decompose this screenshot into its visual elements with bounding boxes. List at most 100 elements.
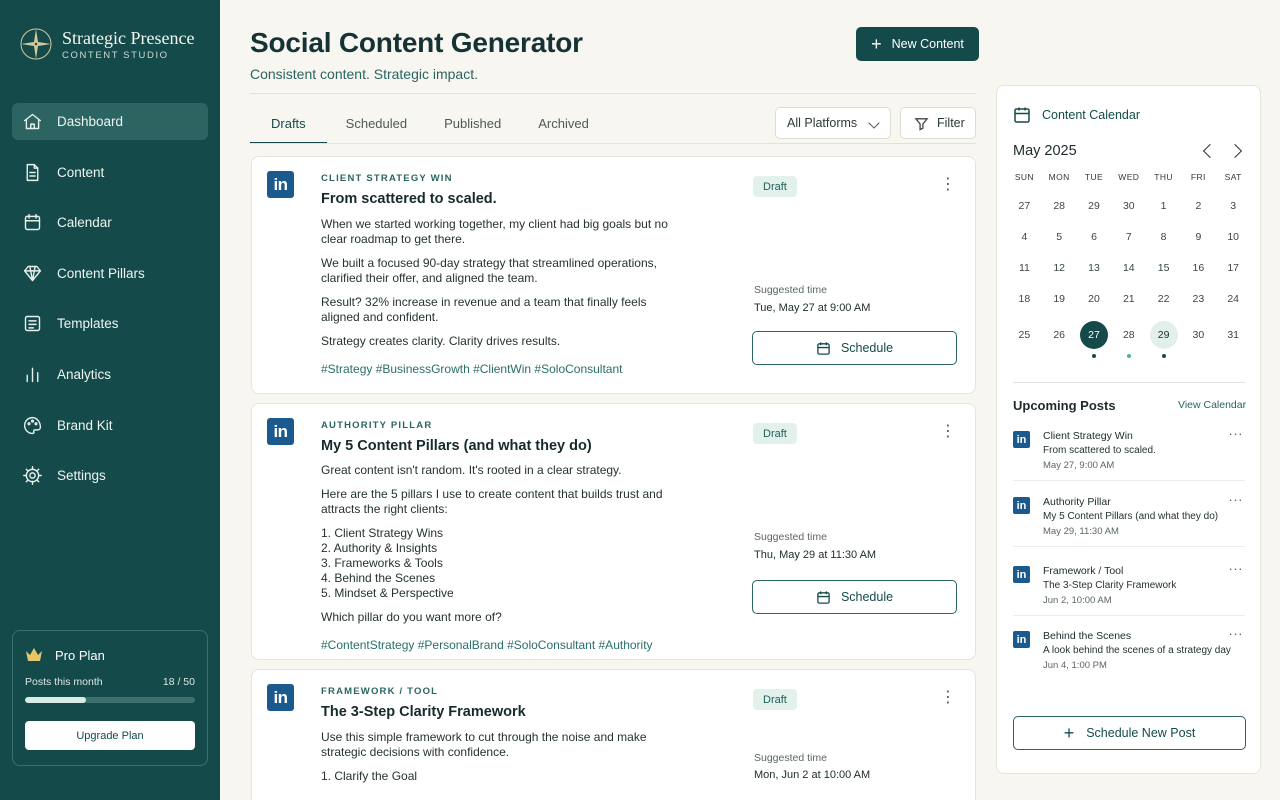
calendar-day[interactable]: 27 [1007,192,1042,220]
card-numbered-list: 1. Client Strategy Wins 2. Authority & I… [321,526,454,600]
calendar-day-number: 29 [1088,200,1100,212]
filter-button[interactable]: Filter [900,107,976,139]
upgrade-plan-button[interactable]: Upgrade Plan [25,721,195,750]
more-options-icon[interactable]: ⋮ [940,176,956,194]
next-month-icon[interactable] [1227,143,1243,159]
filter-icon [914,117,929,131]
calendar-day[interactable]: 16 [1181,254,1216,282]
plan-usage-row: Posts this month 18 / 50 [25,676,195,688]
sidebar-item-analytics[interactable]: Analytics [12,356,208,393]
calendar-day[interactable]: 4 [1007,223,1042,251]
card-paragraph: Result? 32% increase in revenue and a te… [321,295,647,324]
sidebar-item-content[interactable]: Content [12,154,208,191]
schedule-button[interactable]: Schedule [752,580,957,614]
card-pillar: CLIENT STRATEGY WIN [321,173,453,184]
calendar-day[interactable]: 9 [1181,223,1216,251]
weekday-header: SUN MON TUE WED THU FRI SAT [1007,172,1251,182]
content-card[interactable]: in AUTHORITY PILLAR My 5 Content Pillars… [251,403,976,660]
tab-archived[interactable]: Archived [520,104,607,144]
sidebar-item-dashboard[interactable]: Dashboard [12,103,208,140]
card-paragraph: Which pillar do you want more of? [321,610,502,624]
palette-icon [24,416,42,434]
calendar-day[interactable]: 21 [1111,285,1146,313]
calendar-day[interactable]: 11 [1007,254,1042,282]
sidebar-item-label: Content [57,164,105,180]
calendar-day[interactable]: 25 [1007,321,1042,349]
content-card[interactable]: in FRAMEWORK / TOOL The 3-Step Clarity F… [251,669,976,800]
suggested-time-value: Tue, May 27 at 9:00 AM [754,302,871,314]
brand[interactable]: Strategic Presence CONTENT STUDIO [18,26,194,62]
calendar-day-number: 7 [1125,231,1132,243]
platform-select[interactable]: All Platforms [775,107,891,139]
calendar-day[interactable]: 3 [1216,192,1251,220]
compass-logo-icon [20,28,52,60]
calendar-day-number: 9 [1195,231,1202,243]
calendar-day[interactable]: 15 [1146,254,1181,282]
calendar-day[interactable]: 17 [1216,254,1251,282]
sidebar-item-calendar[interactable]: Calendar [12,204,208,241]
calendar-day[interactable]: 29 [1077,192,1112,220]
view-calendar-link[interactable]: View Calendar [1178,399,1246,411]
calendar-day[interactable]: 23 [1181,285,1216,313]
calendar-day-number: 29 [1149,321,1178,349]
more-options-icon[interactable]: ··· [1229,426,1244,441]
calendar-day-number: 16 [1192,262,1205,274]
calendar-day[interactable]: 18 [1007,285,1042,313]
calendar-day[interactable]: 2 [1181,192,1216,220]
calendar-day[interactable]: 13 [1077,254,1112,282]
posts-label: Posts this month [25,676,103,688]
calendar-day[interactable]: 6 [1077,223,1112,251]
new-content-button[interactable]: + New Content [856,27,979,61]
calendar-day[interactable]: 5 [1042,223,1077,251]
weekday-label: SAT [1224,172,1242,182]
filter-label: Filter [937,116,965,130]
more-options-icon[interactable]: ··· [1229,492,1244,507]
upcoming-post-item[interactable]: in Behind the Scenes A look behind the s… [1013,626,1245,694]
upcoming-post-item[interactable]: in Authority Pillar My 5 Content Pillars… [1013,492,1245,560]
more-options-icon[interactable]: ··· [1229,561,1244,576]
sidebar-item-brand-kit[interactable]: Brand Kit [12,407,208,444]
calendar-day[interactable]: 14 [1111,254,1146,282]
sidebar-item-settings[interactable]: Settings [12,457,208,494]
card-title: My 5 Content Pillars (and what they do) [321,438,592,454]
tab-scheduled[interactable]: Scheduled [328,104,425,144]
content-tabs: Drafts Scheduled Published Archived [250,104,608,144]
prev-month-icon[interactable] [1202,143,1218,159]
tab-published[interactable]: Published [426,104,519,144]
sidebar-item-content-pillars[interactable]: Content Pillars [12,255,208,292]
upcoming-post-item[interactable]: in Framework / Tool The 3-Step Clarity F… [1013,561,1245,629]
calendar-day[interactable]: 24 [1216,285,1251,313]
upcoming-time: Jun 2, 10:00 AM [1043,595,1112,606]
calendar-day[interactable]: 30 [1111,192,1146,220]
calendar-day[interactable]: 10 [1216,223,1251,251]
calendar-day[interactable]: 26 [1042,321,1077,349]
schedule-new-post-button[interactable]: + Schedule New Post [1013,716,1246,750]
calendar-day[interactable]: 19 [1042,285,1077,313]
calendar-day[interactable]: 30 [1181,321,1216,349]
calendar-day[interactable]: 1 [1146,192,1181,220]
more-options-icon[interactable]: ⋮ [940,689,956,707]
new-content-label: New Content [891,37,964,51]
sidebar-item-label: Settings [57,468,106,484]
content-card[interactable]: in CLIENT STRATEGY WIN From scattered to… [251,156,976,394]
sidebar-item-templates[interactable]: Templates [12,305,208,342]
calendar-day[interactable]: 29 [1146,321,1181,358]
calendar-day[interactable]: 8 [1146,223,1181,251]
chevron-down-icon [868,117,880,129]
more-options-icon[interactable]: ⋮ [940,423,956,441]
calendar-day[interactable]: 20 [1077,285,1112,313]
sidebar-nav: Dashboard Content Calendar Content Pilla… [12,103,208,508]
calendar-day-number: 1 [1160,200,1167,212]
calendar-day[interactable]: 7 [1111,223,1146,251]
tab-drafts[interactable]: Drafts [250,104,327,144]
calendar-day[interactable]: 22 [1146,285,1181,313]
calendar-day[interactable]: 31 [1216,321,1251,349]
brand-name: Strategic Presence [62,28,195,48]
calendar-day[interactable]: 12 [1042,254,1077,282]
upcoming-post-item[interactable]: in Client Strategy Win From scattered to… [1013,426,1245,494]
calendar-day[interactable]: 28 [1042,192,1077,220]
calendar-day[interactable]: 27 [1077,321,1112,358]
schedule-button[interactable]: Schedule [752,331,957,365]
more-options-icon[interactable]: ··· [1229,626,1244,641]
calendar-day[interactable]: 28 [1111,321,1146,358]
